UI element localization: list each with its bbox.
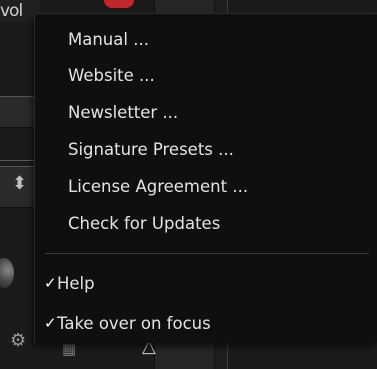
checkmark-icon: ✓ xyxy=(44,314,57,332)
menu-item-label: Take over on focus xyxy=(57,314,211,333)
menu-item-newsletter[interactable]: Newsletter ... xyxy=(35,97,377,128)
red-indicator xyxy=(104,0,134,8)
checkmark-icon: ✓ xyxy=(44,274,57,292)
menu-item-website[interactable]: Website ... xyxy=(35,60,377,91)
menu-item-label: Help xyxy=(57,274,95,293)
menu-item-label: License Agreement ... xyxy=(68,177,249,196)
background-divider-line xyxy=(0,160,34,161)
menu-item-label: Manual ... xyxy=(68,30,149,49)
menu-item-label: Newsletter ... xyxy=(68,103,179,122)
menu-item-label: Check for Updates xyxy=(68,214,221,233)
menu-toggle-help[interactable]: ✓ Help xyxy=(35,268,377,299)
knob-control[interactable] xyxy=(0,258,14,288)
menu-item-label: Signature Presets ... xyxy=(68,140,234,159)
menu-toggle-take-over-on-focus[interactable]: ✓ Take over on focus xyxy=(35,308,377,339)
menu-item-label: Website ... xyxy=(68,66,155,85)
menu-item-check-for-updates[interactable]: Check for Updates xyxy=(35,208,377,239)
popup-menu: Manual ... Website ... Newsletter ... Si… xyxy=(34,13,377,343)
menu-item-license-agreement[interactable]: License Agreement ... xyxy=(35,171,377,202)
menu-separator xyxy=(45,253,369,254)
app-window: vol ⬍ ⚙ ▦ △ Manual ... Website ... Newsl… xyxy=(0,0,377,369)
up-down-arrows-icon[interactable]: ⬍ xyxy=(12,175,27,193)
menu-item-signature-presets[interactable]: Signature Presets ... xyxy=(35,134,377,165)
background-panel-top xyxy=(0,96,34,128)
menu-item-manual[interactable]: Manual ... xyxy=(35,24,377,55)
gear-icon[interactable]: ⚙ xyxy=(10,332,26,350)
